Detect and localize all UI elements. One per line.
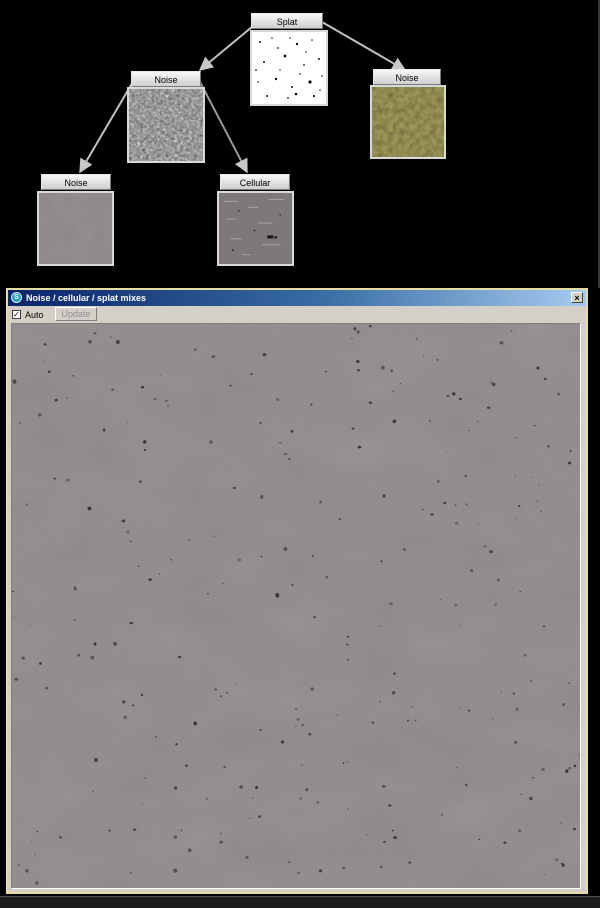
wire-noise-a-to-noise-c — [79, 79, 135, 174]
noise-node-b-preview — [370, 85, 446, 159]
noise-node-c-preview — [37, 191, 114, 266]
window-title-bar[interactable]: S Noise / cellular / splat mixes × — [8, 290, 586, 306]
cellular-node[interactable]: Cellular — [217, 174, 294, 266]
preview-toolbar: ✓ Auto Update — [8, 307, 586, 323]
wire-noise-a-to-cellular — [198, 79, 248, 174]
texture-preview-image — [12, 324, 580, 888]
splat-node[interactable]: Splat — [250, 13, 328, 106]
auto-checkbox-label[interactable]: Auto — [25, 309, 44, 321]
close-button[interactable]: × — [571, 292, 583, 303]
noise-node-b[interactable]: Noise — [370, 69, 446, 159]
node-graph-canvas[interactable]: Splat Noise Noise Noise Cellular — [0, 0, 600, 288]
wire-splat-to-noise-b — [321, 21, 407, 71]
update-button[interactable]: Update — [55, 307, 97, 321]
app-logo-icon: S — [11, 292, 22, 303]
noise-node-c[interactable]: Noise — [37, 174, 114, 266]
preview-window[interactable]: S Noise / cellular / splat mixes × ✓ Aut… — [6, 288, 588, 894]
noise-node-a-preview — [127, 87, 205, 163]
noise-node-a-label[interactable]: Noise — [131, 71, 201, 87]
texture-preview — [11, 323, 581, 889]
splat-node-label[interactable]: Splat — [251, 13, 323, 29]
noise-node-a[interactable]: Noise — [127, 71, 205, 163]
cellular-node-label[interactable]: Cellular — [220, 174, 290, 190]
cellular-node-preview — [217, 191, 294, 266]
noise-node-c-label[interactable]: Noise — [41, 174, 111, 190]
splat-node-preview — [250, 30, 328, 106]
status-strip — [0, 896, 600, 908]
window-title: Noise / cellular / splat mixes — [26, 293, 147, 303]
auto-checkbox[interactable]: ✓ — [12, 310, 21, 319]
noise-node-b-label[interactable]: Noise — [373, 69, 441, 85]
